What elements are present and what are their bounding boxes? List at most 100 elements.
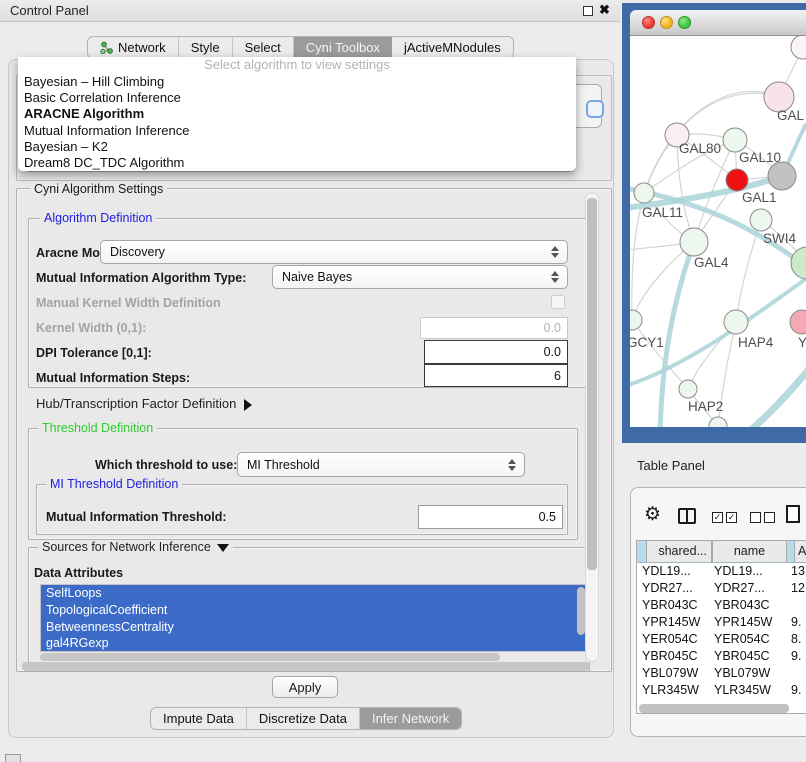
table-cell: 9. (791, 683, 801, 697)
column-header-name[interactable]: name (712, 541, 787, 562)
hub-definition-row[interactable]: Hub/Transcription Factor Definition (36, 396, 252, 411)
network-node[interactable] (634, 183, 654, 203)
spinner-arrows-icon (551, 246, 559, 258)
control-panel-title: Control Panel (10, 3, 89, 18)
which-threshold-combo[interactable]: MI Threshold (237, 452, 525, 477)
attribute-item[interactable]: gal4RGexp (41, 635, 587, 652)
network-window-titlebar[interactable] (630, 10, 806, 36)
table-cell: YBR045C (642, 649, 698, 663)
collapsed-panel-icon[interactable] (5, 754, 21, 762)
tab-style[interactable]: Style (179, 37, 233, 58)
float-window-icon[interactable] (583, 6, 593, 16)
table-rows[interactable]: YDL19...YDL19...13YDR27...YDR27...12YBR0… (637, 563, 806, 702)
tab-jactivemnodules[interactable]: jActiveMNodules (392, 37, 513, 58)
unchecked-checkbox-icon[interactable] (764, 512, 775, 523)
close-icon[interactable]: ✖ (599, 2, 610, 18)
table-row[interactable]: YDR27...YDR27...12 (637, 580, 806, 597)
checked-checkbox-icon[interactable]: ✓ (712, 512, 723, 523)
checked-checkbox-icon[interactable]: ✓ (726, 512, 737, 523)
table-row[interactable]: YER054CYER054C8. (637, 631, 806, 648)
dpi-tolerance-field[interactable]: 0.0 (424, 340, 568, 364)
table-row[interactable]: YIL053CYIL053C9 (637, 699, 806, 702)
zoom-circle-icon[interactable] (678, 16, 691, 29)
table-hscrollbar[interactable] (639, 704, 789, 713)
kernel-width-field[interactable]: 0.0 (420, 317, 568, 339)
mi-type-combo[interactable]: Naive Bayes (272, 265, 568, 289)
dropdown-item[interactable]: Bayesian – K2 (18, 139, 576, 155)
dpi-tolerance-label: DPI Tolerance [0,1]: (36, 346, 152, 360)
unchecked-checkbox-icon[interactable] (750, 512, 761, 523)
document-icon[interactable] (786, 505, 800, 523)
network-node[interactable] (724, 310, 748, 334)
network-node[interactable] (790, 310, 806, 334)
table-row[interactable]: YPR145WYPR145W9. (637, 614, 806, 631)
panel-vscrollbar-thumb[interactable] (587, 198, 597, 570)
attribute-item[interactable]: SelfLoops (41, 585, 587, 602)
network-node[interactable] (726, 169, 748, 191)
column-header-partial[interactable]: A (794, 541, 806, 562)
control-panel-tabbar: NetworkStyle Select Cyni ToolboxjActiveMNo… (87, 36, 514, 59)
tab-infer-network[interactable]: Infer Network (360, 708, 461, 729)
gear-icon[interactable]: ⚙ (644, 503, 661, 526)
list-vscrollbar[interactable] (577, 587, 585, 635)
network-canvas[interactable]: GALGAL80GAL10GAL1SWI4GAL11GAL4GCY1HAP4YH… (630, 36, 806, 427)
attribute-item[interactable]: BetweennessCentrality (41, 619, 587, 636)
close-circle-icon[interactable] (642, 16, 655, 29)
list-hscrollbar[interactable] (40, 653, 500, 661)
network-node[interactable] (768, 162, 796, 190)
network-node[interactable] (750, 209, 772, 231)
table-cell: YLR345W (642, 683, 699, 697)
minimize-circle-icon[interactable] (660, 16, 673, 29)
mi-threshold-field[interactable]: 0.5 (418, 505, 563, 529)
table-cell: YLR345W (714, 683, 771, 697)
mi-steps-field[interactable]: 6 (424, 364, 568, 387)
table-row[interactable]: YBL079WYBL079W (637, 665, 806, 682)
dropdown-placeholder: Select algorithm to view settings (18, 57, 576, 74)
network-node[interactable] (679, 380, 697, 398)
dropdown-item[interactable]: ARACNE Algorithm (18, 106, 576, 122)
table-header-row: shared... name A (637, 541, 806, 563)
manual-kernel-label: Manual Kernel Width Definition (36, 296, 221, 310)
node-label: HAP4 (738, 335, 774, 350)
network-node[interactable] (630, 310, 642, 330)
expand-right-icon[interactable] (244, 399, 252, 411)
tab-label: Select (245, 40, 281, 55)
tab-cyni-toolbox[interactable]: Cyni Toolbox (294, 37, 392, 58)
network-node[interactable] (791, 36, 806, 59)
aracne-mode-combo[interactable]: Discovery (100, 240, 568, 264)
tab-select[interactable]: Select (233, 37, 294, 58)
attribute-item[interactable]: TopologicalCoefficient (41, 602, 587, 619)
table-cell: YBL079W (714, 666, 770, 680)
mi-type-label: Mutual Information Algorithm Type: (36, 271, 246, 285)
network-node[interactable] (680, 228, 708, 256)
table-row[interactable]: YDL19...YDL19...13 (637, 563, 806, 580)
mi-threshold-label: Mutual Information Threshold: (46, 510, 227, 524)
node-label: GAL10 (739, 150, 781, 165)
node-label: GCY1 (630, 335, 664, 350)
tab-label: Discretize Data (259, 711, 347, 726)
node-label: GAL4 (694, 255, 729, 270)
column-header-shared-name[interactable]: shared... (646, 541, 712, 562)
manual-kernel-checkbox[interactable] (551, 295, 565, 309)
dropdown-item[interactable]: Dream8 DC_TDC Algorithm (18, 155, 576, 171)
network-node[interactable] (723, 128, 747, 152)
mi-type-value: Naive Bayes (282, 270, 352, 284)
data-attributes-label: Data Attributes (34, 566, 123, 580)
table-cell: YDL19... (714, 564, 763, 578)
data-attributes-list[interactable]: SelfLoopsTopologicalCoefficientBetweenne… (40, 584, 588, 652)
table-row[interactable]: YLR345W YLR345W 9. (637, 682, 806, 699)
dropdown-item[interactable]: Basic Correlation Inference (18, 90, 576, 106)
tab-network[interactable]: Network (88, 37, 179, 58)
panel-hscrollbar[interactable] (22, 662, 590, 671)
dropdown-item[interactable]: Mutual Information Inference (18, 123, 576, 139)
tab-discretize-data[interactable]: Discretize Data (247, 708, 360, 729)
tab-impute-data[interactable]: Impute Data (151, 708, 247, 729)
table-row[interactable]: YBR043CYBR043C (637, 597, 806, 614)
network-node[interactable] (791, 247, 806, 279)
table-row[interactable]: YBR045CYBR045C9. (637, 648, 806, 665)
collapse-down-icon[interactable] (217, 544, 229, 552)
dropdown-item[interactable]: Bayesian – Hill Climbing (18, 74, 576, 90)
combo-focus-ring (586, 100, 604, 118)
split-columns-icon[interactable] (678, 508, 696, 524)
apply-button[interactable]: Apply (272, 676, 338, 698)
